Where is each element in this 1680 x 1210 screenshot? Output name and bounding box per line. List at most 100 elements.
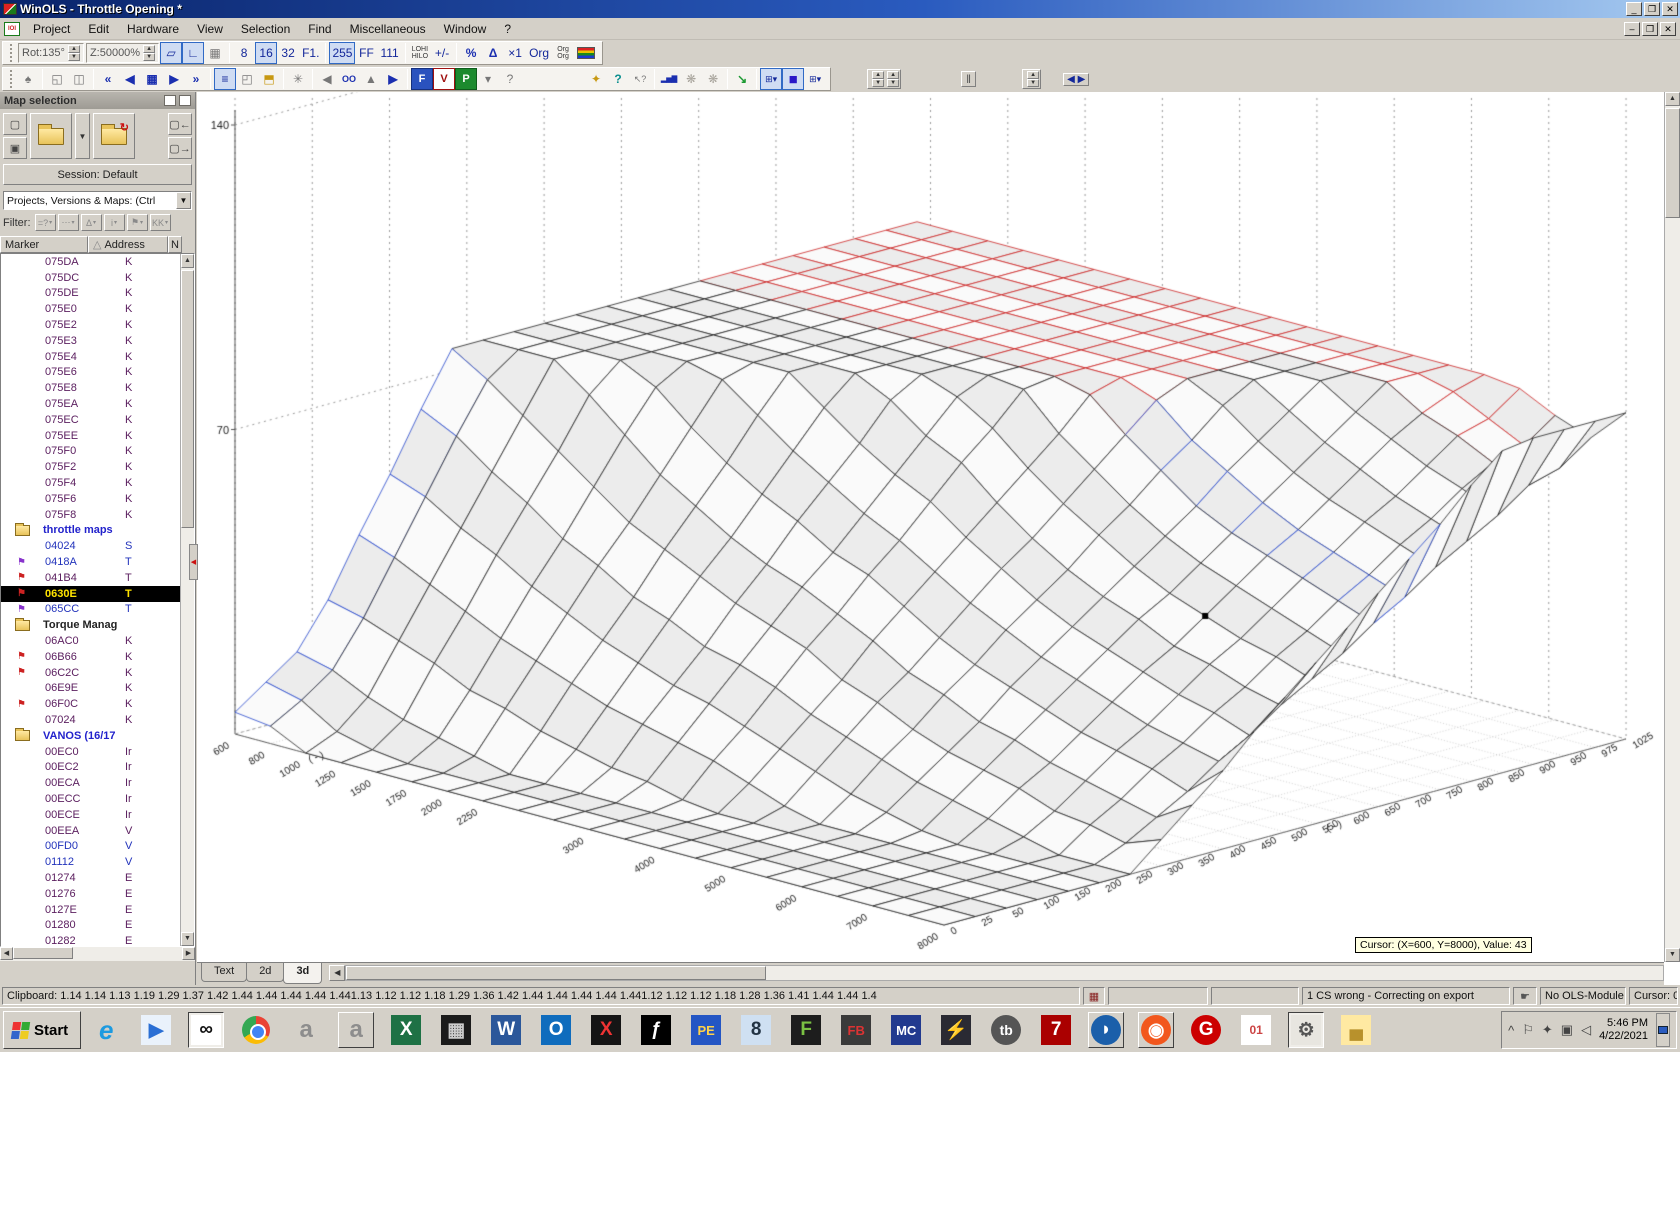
map-row[interactable]: 0127EE [1, 902, 194, 918]
taskbar-icon-gdata-antivirus[interactable]: G [1188, 1012, 1224, 1048]
org-org-compare-button[interactable]: Org Org [552, 42, 574, 64]
display-hex-ff-button[interactable]: FF [355, 42, 377, 64]
taskbar-icon-word[interactable]: W [488, 1012, 524, 1048]
map-row[interactable]: 075E8K [1, 380, 194, 396]
window-split-spinner-1[interactable]: ▲▼▲▼ [867, 69, 901, 89]
first-map-button[interactable]: « [97, 68, 119, 90]
map-row[interactable]: ⚑041B4T [1, 570, 194, 586]
color-scale-button[interactable] [574, 42, 598, 64]
filter-compare-button[interactable]: =?▾ [35, 214, 56, 231]
map-row[interactable]: 01274E [1, 870, 194, 886]
map-row[interactable]: 075DEK [1, 286, 194, 302]
map-row[interactable]: 06AC0K [1, 633, 194, 649]
session-button[interactable]: Session: Default [3, 164, 192, 185]
menu-item-view[interactable]: View [188, 20, 232, 38]
display-binary-111-button[interactable]: 111 [377, 42, 401, 64]
map-row[interactable]: 07024K [1, 712, 194, 728]
import-file-button[interactable]: ▢← [168, 113, 192, 135]
context-help-button[interactable]: ↖? [629, 68, 651, 90]
plot-vscroll-thumb[interactable] [1665, 108, 1680, 218]
map-row[interactable]: 00ECAIr [1, 775, 194, 791]
import-project-button[interactable] [93, 113, 135, 159]
taskbar-icon-excel[interactable]: X [388, 1012, 424, 1048]
zoom-spinner[interactable]: ▲▼ [143, 45, 155, 61]
show-mode-dropdown-button[interactable]: ▾ [477, 68, 499, 90]
map-row[interactable]: 075F6K [1, 491, 194, 507]
tray-volume-icon[interactable]: ◁ [1581, 1022, 1591, 1038]
tree-view-button[interactable]: ≡ [214, 68, 236, 90]
minimize-button[interactable]: _ [1626, 2, 1642, 16]
menu-item-window[interactable]: Window [435, 20, 496, 38]
taskbar-icon-chip-fb[interactable]: FB [838, 1012, 874, 1048]
menu-item-hardware[interactable]: Hardware [118, 20, 188, 38]
mdi-close-button[interactable]: ✕ [1660, 22, 1676, 36]
history-back-button[interactable]: ◀ [316, 68, 338, 90]
taskbar-icon-xee[interactable]: X [588, 1012, 624, 1048]
taskbar-icon-if-tool[interactable]: F [788, 1012, 824, 1048]
export-checksum-button[interactable]: ↘ [731, 68, 753, 90]
map-row[interactable]: 075E4K [1, 349, 194, 365]
previous-map-button[interactable]: ◀ [119, 68, 141, 90]
taskbar-icon-tunerbox[interactable]: tb [988, 1012, 1024, 1048]
close-button[interactable]: ✕ [1662, 2, 1678, 16]
map-folder-row[interactable]: throttle maps [1, 523, 194, 539]
taskbar-icon-zero-one-tool[interactable]: 01 [1238, 1012, 1274, 1048]
tray-tray-expand-icon[interactable]: ^ [1508, 1023, 1514, 1038]
map-list-hscroll-thumb[interactable] [13, 947, 73, 959]
help-button[interactable]: ? [499, 68, 521, 90]
map-row[interactable]: 075F0K [1, 444, 194, 460]
map-row[interactable]: ⚑0630ET [1, 586, 194, 602]
map-row[interactable]: 075DCK [1, 270, 194, 286]
show-factors-button[interactable]: F [411, 68, 433, 90]
menu-item-selection[interactable]: Selection [232, 20, 299, 38]
open-project-button[interactable] [30, 113, 72, 159]
map-folder-row[interactable]: VANOS (16/17 [1, 728, 194, 744]
map-row[interactable]: 075F4K [1, 475, 194, 491]
width-8bit-button[interactable]: 8 [233, 42, 255, 64]
taskbar-icon-media-player[interactable]: ▶ [138, 1012, 174, 1048]
filter-values-button[interactable]: ⋯▾ [58, 214, 79, 231]
width-32bit-button[interactable]: 32 [277, 42, 299, 64]
taskbar-icon-ecm-titanium-2[interactable]: a [338, 1012, 374, 1048]
page-arrows[interactable]: ◀ ▶ [1063, 73, 1089, 86]
tray-language-flag-icon[interactable]: ⚐ [1522, 1022, 1534, 1038]
tab-2d[interactable]: 2d [246, 963, 284, 982]
map-row[interactable]: 075EAK [1, 396, 194, 412]
view-3d-axes-button[interactable]: ∟ [182, 42, 204, 64]
next-map-button[interactable]: ▶ [163, 68, 185, 90]
mdi-restore-button[interactable]: ❐ [1642, 22, 1658, 36]
filter-difference-button[interactable]: Δ▾ [81, 214, 102, 231]
rotation-spinner[interactable]: ▲▼ [68, 45, 80, 61]
map-list-hscrollbar[interactable]: ◀ ▶ [0, 947, 195, 961]
menu-item-miscellaneous[interactable]: Miscellaneous [341, 20, 435, 38]
3d-map-canvas[interactable] [197, 92, 1661, 962]
last-map-button[interactable]: » [185, 68, 207, 90]
view-table-button[interactable]: ▦ [204, 42, 226, 64]
taskbar-icon-mc-tool[interactable]: MC [888, 1012, 924, 1048]
toolbar-grip[interactable] [10, 44, 14, 62]
open-map-folder-button[interactable]: ⬒ [258, 68, 280, 90]
selection-fill-color-button[interactable]: ■ [782, 68, 804, 90]
pause-control[interactable]: ‖ [961, 71, 976, 87]
map-row[interactable]: 075E3K [1, 333, 194, 349]
history-forward-button[interactable]: ▶ [382, 68, 404, 90]
lohi-hilo-order-button[interactable]: LOHI HILO [409, 42, 431, 64]
taskbar-icon-internet-explorer[interactable]: e [88, 1012, 124, 1048]
map-row[interactable]: 075E2K [1, 317, 194, 333]
new-window-button[interactable]: ◱ [46, 68, 68, 90]
map-row[interactable]: 00EC2Ir [1, 760, 194, 776]
plot-vscrollbar[interactable]: ▲ ▼ [1664, 92, 1680, 962]
tray-network-icon[interactable]: ▣ [1561, 1022, 1573, 1038]
map-row[interactable]: ⚑06C2CK [1, 665, 194, 681]
map-row[interactable]: ⚑0418AT [1, 554, 194, 570]
plot-scroll-down-icon[interactable]: ▼ [1665, 948, 1680, 962]
menu-item-?[interactable]: ? [495, 20, 520, 38]
map-row[interactable]: 075ECK [1, 412, 194, 428]
connect-device-button[interactable]: ✳ [287, 68, 309, 90]
window-split-spinner-2[interactable]: ▲▼ [1022, 69, 1041, 89]
rotation-field[interactable]: Rot:135° ▲▼ [18, 43, 84, 63]
taskbar-icon-car-tuner[interactable]: ⚡ [938, 1012, 974, 1048]
show-desktop-button[interactable] [1656, 1013, 1670, 1047]
effect-brush-2-button[interactable]: ❋ [702, 68, 724, 90]
map-list-vscroll-thumb[interactable] [181, 270, 194, 528]
